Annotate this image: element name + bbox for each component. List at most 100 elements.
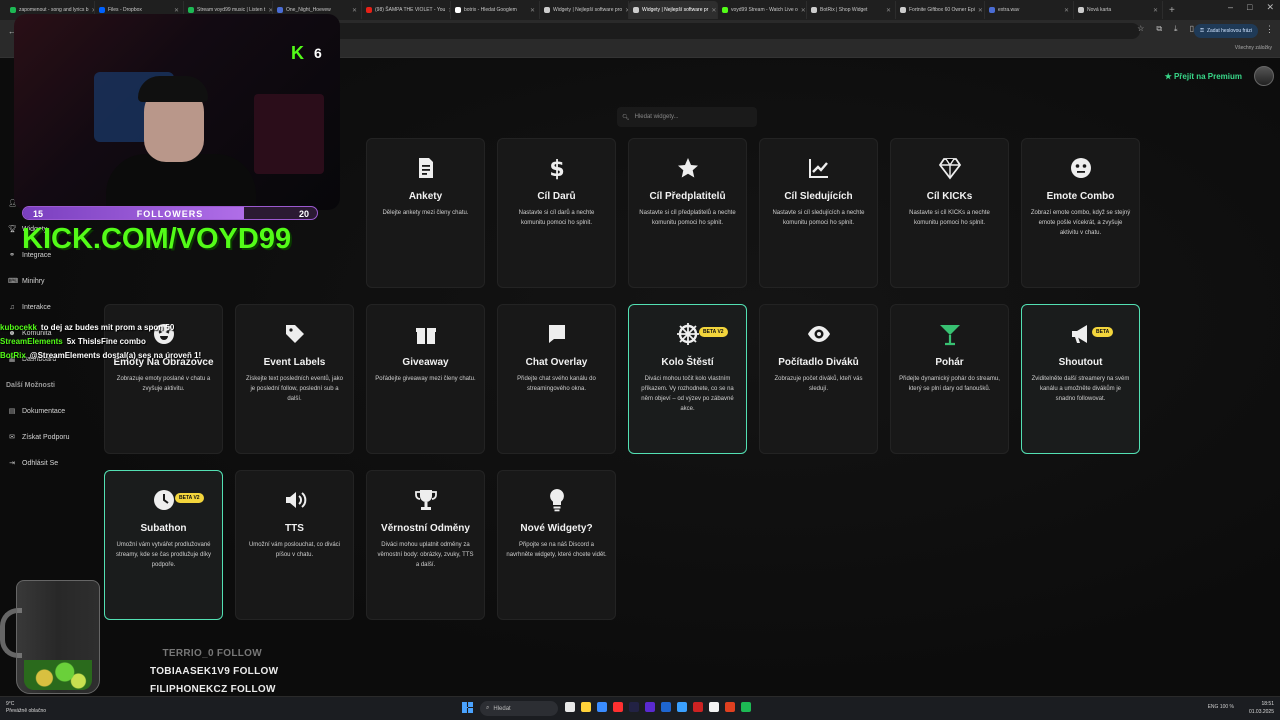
toolbar-icons: ☆ ⧉ ⤓ ▯ (1137, 24, 1194, 34)
support-icon: ✉ (9, 434, 15, 441)
widget-search[interactable]: 🔍︎ Hledat widgety... (617, 107, 757, 127)
menu-icon[interactable]: ⋮ (1265, 24, 1274, 35)
tab-close-icon[interactable]: ✕ (530, 7, 535, 14)
chart-icon (768, 153, 869, 183)
diamond-icon (899, 153, 1000, 183)
taskbar-app-icon[interactable] (725, 702, 735, 712)
clock-date: 01.03.2025 (1248, 709, 1274, 715)
tab-close-icon[interactable]: ✕ (174, 7, 179, 14)
taskbar-app-icon[interactable] (581, 702, 591, 712)
widget-card[interactable]: Cíl Předplatitelů Nastavte si cíl předpla… (628, 138, 747, 288)
tab-favicon-icon (811, 7, 817, 13)
user-avatar[interactable] (1254, 66, 1274, 86)
star-bookmark-icon[interactable]: ☆ (1137, 24, 1144, 34)
widget-card[interactable]: Věrnostní Odměny Diváci mohou uplatnit od… (366, 470, 485, 620)
new-tab-button[interactable]: + (1163, 5, 1181, 16)
widget-card[interactable]: Event Labels Získejte text posledních eve… (235, 304, 354, 454)
system-tray[interactable]: ENG 100 % (1208, 704, 1234, 710)
sidebar-item[interactable]: ⇥ Odhlásit Se (0, 450, 100, 476)
music-icon: ♫ (9, 303, 15, 311)
browser-tab[interactable]: BotRix | Shop Widget ✕ (807, 1, 896, 19)
search-icon: 🔍︎ (622, 114, 630, 121)
tab-close-icon[interactable]: ✕ (711, 7, 716, 14)
passphrase-label: Zadat heslovou frázi (1206, 28, 1252, 34)
widget-card[interactable]: $ Cíl Darů Nastavte si cíl darů a nechte k… (497, 138, 616, 288)
beta-badge: BETA (1092, 327, 1114, 337)
widget-description: Umožní vám vytvářet prodlužované streamy… (116, 542, 211, 568)
taskbar-app-icon[interactable] (597, 702, 607, 712)
widget-card[interactable]: Cíl Sledujících Nastavte si cíl sledující… (759, 138, 878, 288)
followers-goal-label: FOLLOWERS (136, 209, 204, 219)
chat-icon (506, 319, 607, 349)
browser-tab[interactable]: Fortnite Giftbox 60 Owner Epi ✕ (896, 1, 985, 19)
taskbar-app-icon[interactable] (741, 702, 751, 712)
taskbar-app-icon[interactable] (613, 702, 623, 712)
taskbar-app-icon[interactable] (677, 702, 687, 712)
widget-card[interactable]: Shoutout Zviditelněte další streamery na … (1021, 304, 1140, 454)
bulb-icon (506, 485, 607, 515)
widget-title: Věrnostní Odměny (381, 523, 470, 534)
sidebar-item[interactable]: ⌨ Minihry (0, 268, 100, 294)
sidebar-item[interactable]: ✉ Získat Podporu (0, 424, 100, 450)
taskbar-app-icon[interactable] (693, 702, 703, 712)
minimize-icon[interactable]: – (1228, 2, 1233, 13)
taskbar-app-icon[interactable] (661, 702, 671, 712)
gift-icon (375, 319, 476, 349)
taskbar-app-icon[interactable] (645, 702, 655, 712)
tab-label: Widgety | Nejlepší software pro (553, 7, 623, 13)
weather-widget[interactable]: 9°C Převážně oblačno (6, 701, 46, 715)
widget-card[interactable]: Subathon Umožní vám vytvářet prodlužované… (104, 470, 223, 620)
tab-close-icon[interactable]: ✕ (801, 7, 806, 14)
browser-tab[interactable]: Widgety | Nejlepší software pr ✕ (629, 1, 718, 19)
passphrase-button[interactable]: ⚿ Zadat heslovou frázi (1194, 24, 1258, 38)
webcam-body (106, 154, 256, 210)
widget-card[interactable]: Počítadlo Diváků Zobrazuje počet diváků, … (759, 304, 878, 454)
tab-close-icon[interactable]: ✕ (1064, 7, 1069, 14)
face-icon (1030, 153, 1131, 183)
download-icon[interactable]: ⤓ (1174, 24, 1178, 34)
clock[interactable]: 18:51 01.03.2025 (1249, 700, 1274, 716)
clock-time: 18:51 (1261, 701, 1274, 707)
browser-tab[interactable]: (98) ŠAMPA THE VIOLET - You✕ (362, 1, 451, 19)
widget-card[interactable]: Nové Widgety? Připojte se na náš Discord … (497, 470, 616, 620)
extensions-icon[interactable]: ⧉ (1156, 24, 1162, 34)
start-icon[interactable] (462, 702, 473, 713)
browser-tab[interactable]: extra.wav ✕ (985, 1, 1074, 19)
widget-card[interactable]: Emote Combo Zobrazí emote combo, když se … (1021, 138, 1140, 288)
browser-tab[interactable]: voyd99 Stream - Watch Live o ✕ (718, 1, 807, 19)
maximize-icon[interactable]: □ (1247, 2, 1252, 13)
tab-favicon-icon (455, 7, 461, 13)
webcam-cap (138, 76, 208, 102)
tab-close-icon[interactable]: ✕ (352, 7, 357, 14)
widget-card[interactable]: Giveaway Pořádejte giveaway mezi členy ch… (366, 304, 485, 454)
chat-message: StreamElements 5x ThisIsFine combo (0, 337, 250, 351)
beta-badge: BETA V2 (699, 327, 728, 337)
close-icon[interactable]: ✕ (1266, 2, 1274, 13)
trophy-icon: 🏆︎ (8, 226, 17, 233)
tab-label: BotRix | Shop Widget (820, 7, 868, 13)
widget-card[interactable]: Pohár Přidejte dynamický pohár do streamu… (890, 304, 1009, 454)
taskbar-app-icon[interactable] (709, 702, 719, 712)
sidebar-item[interactable]: ▤ Dokumentace (0, 398, 100, 424)
taskbar-app-icon[interactable] (565, 702, 575, 712)
sidebar-item[interactable]: ♫ Interakce (0, 294, 100, 320)
tab-close-icon[interactable]: ✕ (1153, 7, 1158, 14)
all-bookmarks-link[interactable]: Všechny záložky (1235, 45, 1272, 51)
followers-goal-bar: FOLLOWERS 15 20 (22, 206, 318, 220)
webcam-shelf (254, 94, 324, 174)
widget-card[interactable]: Chat Overlay Přidejte chat svého kanálu d… (497, 304, 616, 454)
tab-close-icon[interactable]: ✕ (886, 7, 891, 14)
taskbar-app-icon[interactable] (629, 702, 639, 712)
widget-card[interactable]: Kolo Štěstí Diváci mohou točit kolo vlast… (628, 304, 747, 454)
tab-close-icon[interactable]: ✕ (978, 7, 983, 14)
widget-card[interactable]: Cíl KICKs Nastavte si cíl KICKs a nechte … (890, 138, 1009, 288)
widget-description: Zviditelněte další streamery na svém kan… (1031, 376, 1130, 402)
widget-card[interactable]: Ankety Dělejte ankety mezi členy chatu. (366, 138, 485, 288)
browser-tab[interactable]: Widgety | Nejlepší software pro✕ (540, 1, 629, 19)
chat-message: kubocekk to dej az budes mit prom a spon … (0, 323, 250, 337)
browser-tab[interactable]: Nová karta ✕ (1074, 1, 1163, 19)
widget-card[interactable]: TTS Umožní vám poslouchat, co diváci píšo… (235, 470, 354, 620)
browser-tab[interactable]: botrix - Hledat Googlem ✕ (451, 1, 540, 19)
taskbar-search[interactable]: ⌕ Hledat (480, 701, 558, 716)
premium-link[interactable]: ★ Přejít na Premium (1165, 72, 1242, 81)
